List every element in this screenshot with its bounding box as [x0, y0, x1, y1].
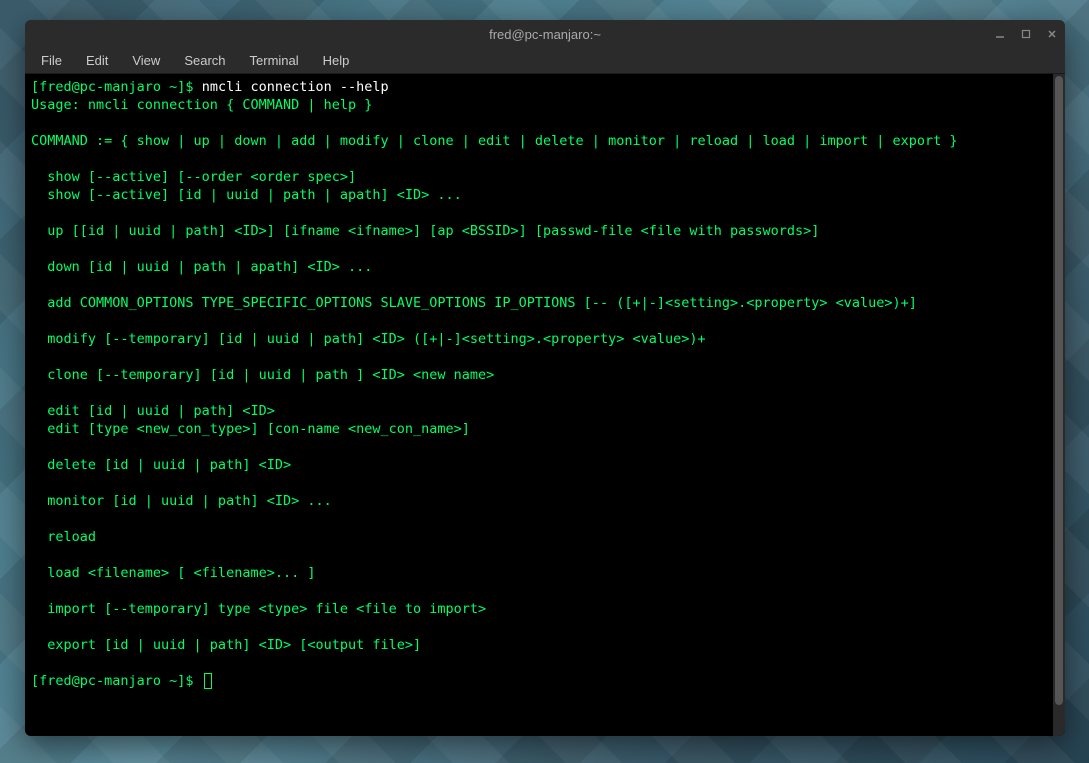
prompt-1: [fred@pc-manjaro ~]$: [31, 79, 202, 95]
output-line: delete [id | uuid | path] <ID>: [31, 457, 291, 473]
command-1: nmcli connection --help: [202, 79, 389, 95]
output-line: clone [--temporary] [id | uuid | path ] …: [31, 367, 494, 383]
prompt-line-2: [fred@pc-manjaro ~]$: [31, 673, 212, 689]
terminal-area[interactable]: [fred@pc-manjaro ~]$ nmcli connection --…: [25, 74, 1065, 736]
window-title: fred@pc-manjaro:~: [489, 27, 601, 42]
window-controls: [993, 20, 1059, 48]
output-line: down [id | uuid | path | apath] <ID> ...: [31, 259, 372, 275]
output-line: Usage: nmcli connection { COMMAND | help…: [31, 97, 372, 113]
prompt-2: [fred@pc-manjaro ~]$: [31, 673, 202, 689]
menu-help[interactable]: Help: [313, 50, 360, 71]
scrollbar[interactable]: [1053, 74, 1065, 736]
menu-file[interactable]: File: [31, 50, 72, 71]
output-line: COMMAND := { show | up | down | add | mo…: [31, 133, 958, 149]
maximize-button[interactable]: [1019, 27, 1033, 41]
output-line: show [--active] [id | uuid | path | apat…: [31, 187, 462, 203]
output-line: edit [type <new_con_type>] [con-name <ne…: [31, 421, 470, 437]
output-line: show [--active] [--order <order spec>]: [31, 169, 356, 185]
titlebar[interactable]: fred@pc-manjaro:~: [25, 20, 1065, 48]
output-line: modify [--temporary] [id | uuid | path] …: [31, 331, 706, 347]
menu-terminal[interactable]: Terminal: [240, 50, 309, 71]
output-line: reload: [31, 529, 96, 545]
output-line: monitor [id | uuid | path] <ID> ...: [31, 493, 332, 509]
menu-edit[interactable]: Edit: [76, 50, 118, 71]
menubar: File Edit View Search Terminal Help: [25, 48, 1065, 74]
prompt-line-1: [fred@pc-manjaro ~]$ nmcli connection --…: [31, 79, 389, 95]
output-line: edit [id | uuid | path] <ID>: [31, 403, 275, 419]
output-line: import [--temporary] type <type> file <f…: [31, 601, 486, 617]
output-line: add COMMON_OPTIONS TYPE_SPECIFIC_OPTIONS…: [31, 295, 917, 311]
terminal-window: fred@pc-manjaro:~ File Edit View Search …: [25, 20, 1065, 736]
close-button[interactable]: [1045, 27, 1059, 41]
output-line: up [[id | uuid | path] <ID>] [ifname <if…: [31, 223, 819, 239]
output-line: export [id | uuid | path] <ID> [<output …: [31, 637, 421, 653]
menu-view[interactable]: View: [122, 50, 170, 71]
scrollbar-thumb[interactable]: [1055, 76, 1063, 705]
minimize-button[interactable]: [993, 27, 1007, 41]
cursor-icon: [204, 673, 212, 689]
output-line: load <filename> [ <filename>... ]: [31, 565, 315, 581]
menu-search[interactable]: Search: [174, 50, 235, 71]
